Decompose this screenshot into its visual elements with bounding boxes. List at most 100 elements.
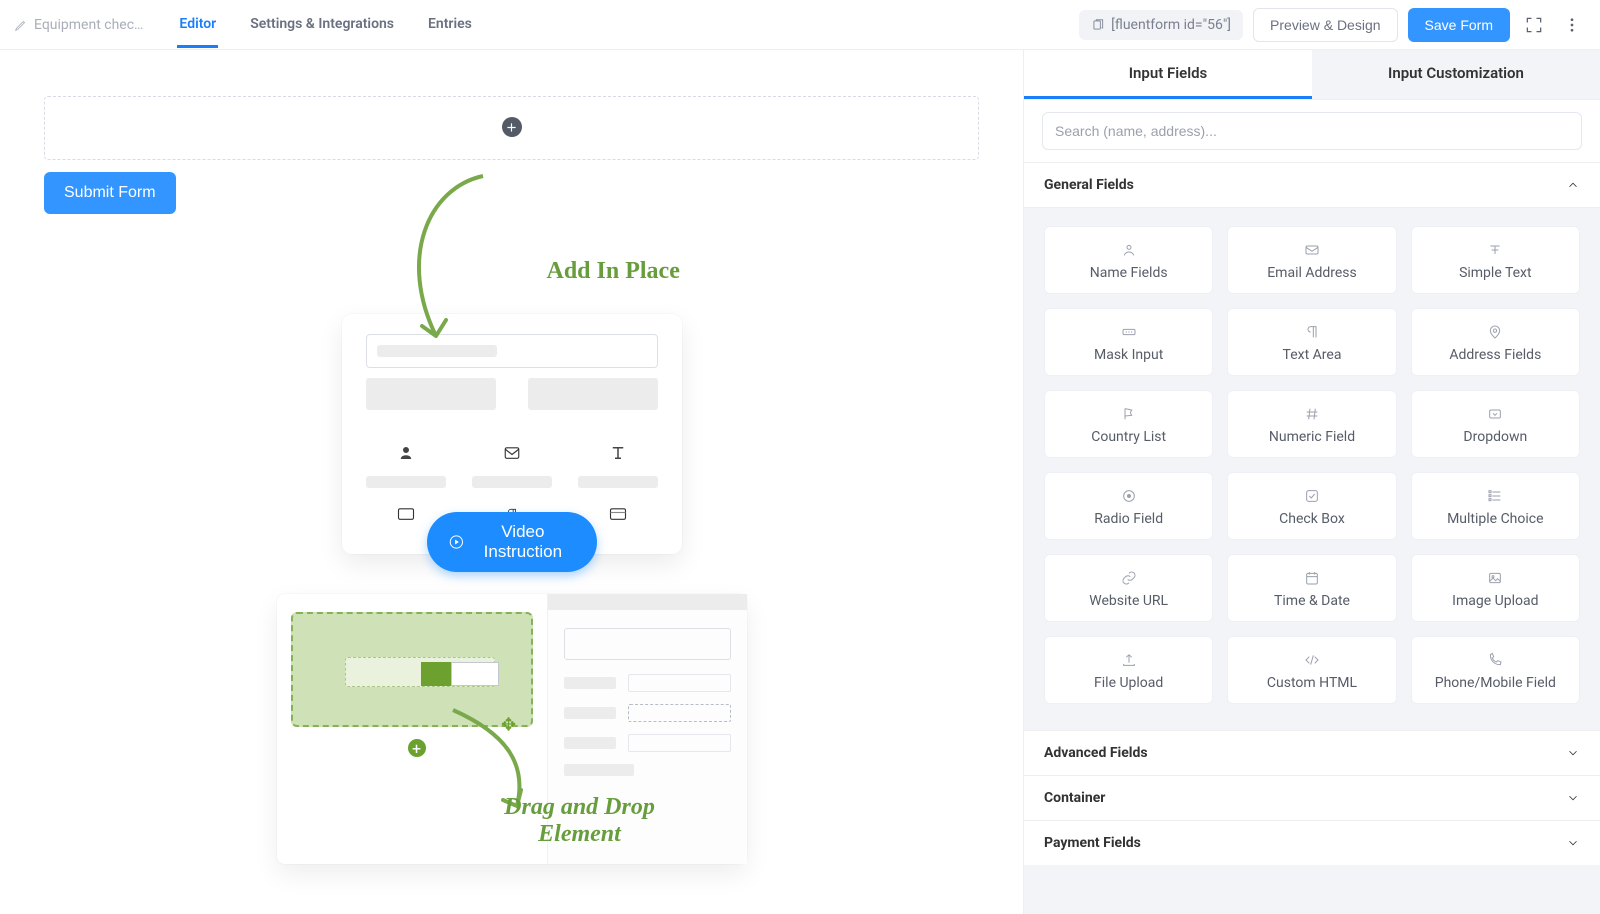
plus-icon [506, 122, 517, 133]
url-icon [1051, 569, 1206, 587]
chevron-up-icon [1566, 178, 1580, 192]
field-tile-label: Image Upload [1418, 593, 1573, 609]
card-icon [609, 507, 627, 521]
more-menu-button[interactable] [1558, 11, 1586, 39]
field-tile-html[interactable]: Custom HTML [1227, 636, 1396, 704]
tab-editor[interactable]: Editor [177, 2, 218, 48]
field-tile-label: Text Area [1234, 347, 1389, 363]
illus-card-top: Video Instruction [342, 314, 682, 554]
empty-dropzone[interactable] [44, 96, 979, 160]
section-general-label: General Fields [1044, 177, 1134, 193]
image-icon [1418, 569, 1573, 587]
form-title[interactable]: Equipment chec… [14, 17, 143, 33]
user-icon [397, 444, 415, 462]
field-tile-label: Numeric Field [1234, 429, 1389, 445]
field-tile-radio[interactable]: Radio Field [1044, 472, 1213, 540]
phone-icon [1418, 651, 1573, 669]
video-instruction-button[interactable]: Video Instruction [427, 512, 597, 572]
shortcode-display[interactable]: [fluentform id="56"] [1079, 10, 1243, 40]
section-container-label: Container [1044, 790, 1105, 806]
field-tile-name[interactable]: Name Fields [1044, 226, 1213, 294]
field-tile-dropdown[interactable]: Dropdown [1411, 390, 1580, 458]
multichoice-icon [1418, 487, 1573, 505]
tab-input-fields[interactable]: Input Fields [1024, 50, 1312, 99]
field-tile-image[interactable]: Image Upload [1411, 554, 1580, 622]
field-tile-label: Time & Date [1234, 593, 1389, 609]
mask-icon [1051, 323, 1206, 341]
illus-add-button: + [405, 736, 429, 760]
chevron-down-icon [1566, 746, 1580, 760]
timedate-icon [1234, 569, 1389, 587]
field-tile-label: Address Fields [1418, 347, 1573, 363]
chevron-down-icon [1566, 791, 1580, 805]
text-icon [609, 444, 627, 462]
field-tile-address[interactable]: Address Fields [1411, 308, 1580, 376]
video-instruction-label: Video Instruction [471, 522, 574, 562]
field-tile-email[interactable]: Email Address [1227, 226, 1396, 294]
field-tile-label: Mask Input [1051, 347, 1206, 363]
fullscreen-icon [1524, 15, 1544, 35]
numeric-icon [1234, 405, 1389, 423]
radio-icon [1051, 487, 1206, 505]
file-icon [1051, 651, 1206, 669]
field-tile-label: Phone/Mobile Field [1418, 675, 1573, 691]
form-title-text: Equipment chec… [34, 17, 143, 33]
right-sidebar: Input Fields Input Customization General… [1023, 50, 1600, 914]
fullscreen-button[interactable] [1520, 11, 1548, 39]
field-tile-numeric[interactable]: Numeric Field [1227, 390, 1396, 458]
more-vertical-icon [1563, 16, 1581, 34]
tab-settings[interactable]: Settings & Integrations [248, 2, 396, 48]
drag-drop-label: Drag and Drop Element [465, 794, 695, 848]
tab-entries[interactable]: Entries [426, 2, 474, 48]
topbar: Equipment chec… Editor Settings & Integr… [0, 0, 1600, 50]
tab-input-customization[interactable]: Input Customization [1312, 50, 1600, 99]
field-tile-url[interactable]: Website URL [1044, 554, 1213, 622]
section-payment-label: Payment Fields [1044, 835, 1141, 851]
name-icon [1051, 241, 1206, 259]
onboarding-illustration: Add In Place [207, 214, 817, 864]
field-tile-multichoice[interactable]: Multiple Choice [1411, 472, 1580, 540]
play-circle-icon [449, 533, 464, 551]
text-icon [1418, 241, 1573, 259]
field-tile-timedate[interactable]: Time & Date [1227, 554, 1396, 622]
field-tile-checkbox[interactable]: Check Box [1227, 472, 1396, 540]
field-tile-country[interactable]: Country List [1044, 390, 1213, 458]
add-in-place-label: Add In Place [547, 258, 680, 285]
pencil-icon [14, 18, 28, 32]
field-tile-phone[interactable]: Phone/Mobile Field [1411, 636, 1580, 704]
section-container[interactable]: Container [1024, 775, 1600, 820]
field-tile-textarea[interactable]: Text Area [1227, 308, 1396, 376]
save-form-button[interactable]: Save Form [1408, 8, 1510, 42]
html-icon [1234, 651, 1389, 669]
field-tile-label: Simple Text [1418, 265, 1573, 281]
country-icon [1051, 405, 1206, 423]
field-tile-label: Radio Field [1051, 511, 1206, 527]
dropdown-icon [1418, 405, 1573, 423]
field-tile-label: Check Box [1234, 511, 1389, 527]
address-icon [1418, 323, 1573, 341]
add-element-button[interactable] [502, 117, 522, 137]
copy-icon [1091, 18, 1105, 32]
mail-icon [503, 444, 521, 462]
header-tabs: Editor Settings & Integrations Entries [177, 2, 473, 48]
field-tile-text[interactable]: Simple Text [1411, 226, 1580, 294]
curved-arrow-icon [388, 168, 508, 348]
checkbox-icon [1234, 487, 1389, 505]
field-tile-label: Country List [1051, 429, 1206, 445]
field-tile-label: Dropdown [1418, 429, 1573, 445]
field-tile-mask[interactable]: Mask Input [1044, 308, 1213, 376]
section-advanced-fields[interactable]: Advanced Fields [1024, 730, 1600, 775]
preview-design-button[interactable]: Preview & Design [1253, 8, 1398, 42]
submit-form-button[interactable]: Submit Form [44, 172, 176, 214]
keyboard-icon [397, 507, 415, 521]
search-fields-input[interactable] [1042, 112, 1582, 150]
email-icon [1234, 241, 1389, 259]
field-tile-label: Multiple Choice [1418, 511, 1573, 527]
field-tile-label: Website URL [1051, 593, 1206, 609]
form-canvas: Submit Form Add In Place [0, 50, 1023, 914]
section-payment-fields[interactable]: Payment Fields [1024, 820, 1600, 865]
field-tile-label: Custom HTML [1234, 675, 1389, 691]
field-tile-file[interactable]: File Upload [1044, 636, 1213, 704]
field-tile-label: Name Fields [1051, 265, 1206, 281]
section-general-fields[interactable]: General Fields [1024, 163, 1600, 208]
